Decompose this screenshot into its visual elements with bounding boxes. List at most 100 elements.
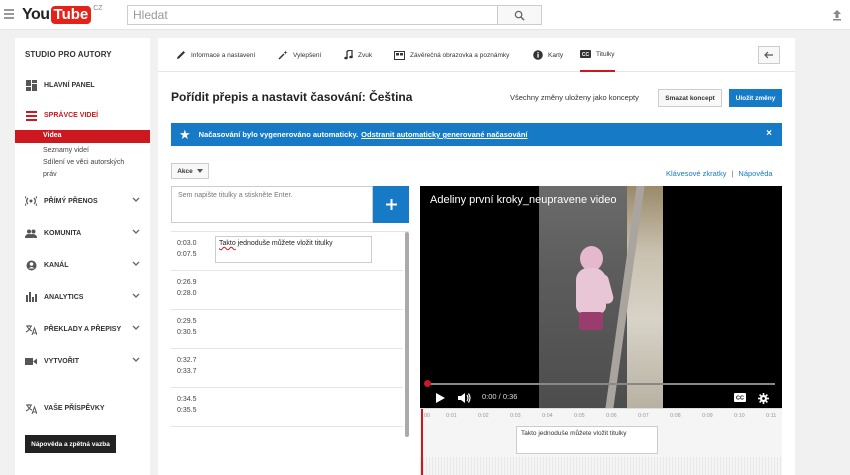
tab-enhancements[interactable]: Vylepšení	[278, 38, 321, 72]
saved-status: Všechny změny uloženy jako koncepty	[510, 93, 639, 102]
caption-row[interactable]: 0:32.7 0:33.7	[171, 349, 403, 388]
caption-end: 0:33.7	[177, 368, 197, 375]
progress-handle[interactable]	[424, 380, 431, 387]
help-link[interactable]: Nápověda	[738, 169, 772, 178]
info-banner: ★ Načasování bylo vygenerováno automatic…	[171, 123, 782, 146]
caption-time[interactable]: 0:29.5 0:30.5	[177, 316, 196, 338]
sidebar-item-video-manager[interactable]: SPRÁVCE VIDEÍ	[15, 100, 150, 130]
search-icon	[514, 10, 525, 21]
timeline-caption-block[interactable]: Takto jednoduše můžete vložit titulky	[516, 426, 658, 454]
tab-cards[interactable]: Karty	[533, 38, 563, 72]
play-icon[interactable]	[436, 393, 445, 403]
gear-icon[interactable]	[758, 393, 769, 404]
create-icon	[25, 355, 37, 367]
info-icon	[533, 50, 543, 60]
caption-time[interactable]: 0:26.9 0:28.0	[177, 277, 196, 299]
tab-label: Karty	[548, 51, 564, 59]
actions-dropdown[interactable]: Akce	[171, 163, 209, 179]
discard-draft-button[interactable]: Smazat koncept	[658, 89, 722, 107]
caption-time[interactable]: 0:34.5 0:35.5	[177, 394, 196, 416]
caption-time[interactable]: 0:03.0 0:07.5	[177, 238, 196, 260]
sidebar-subitem-videos[interactable]: Videa	[15, 130, 150, 143]
chevron-down-icon	[132, 229, 140, 234]
caption-input[interactable]: Sem napište titulky a stiskněte Enter.	[171, 186, 373, 223]
timeline-tick: 0:07	[638, 413, 649, 419]
dashboard-icon	[25, 79, 37, 91]
sidebar-subitem-copyright-cont[interactable]: práv	[15, 169, 150, 181]
caret-down-icon	[196, 169, 203, 173]
cc-icon: CC	[580, 50, 591, 58]
chevron-down-icon	[132, 293, 140, 298]
sidebar-item-label: PŘÍMÝ PŘENOS	[44, 197, 98, 205]
caption-time[interactable]: 0:32.7 0:33.7	[177, 355, 196, 377]
video-progress-bar[interactable]	[424, 380, 775, 387]
caption-start: 0:26.9	[177, 279, 197, 286]
sidebar-item-translations[interactable]: PŘEKLADY A PŘEPISY	[15, 313, 150, 345]
volume-icon[interactable]	[458, 393, 471, 403]
video-player[interactable]: Adeliny první kroky_neupravene video 0:0…	[420, 186, 782, 408]
search-input[interactable]: Hledat	[127, 5, 498, 25]
sidebar-item-community[interactable]: KOMUNITA	[15, 217, 150, 249]
video-manager-icon	[25, 109, 37, 121]
sidebar-item-label: KOMUNITA	[44, 229, 82, 237]
sidebar-item-label: VAŠE PŘÍSPĚVKY	[44, 404, 105, 412]
add-caption-button[interactable]	[373, 186, 409, 223]
caption-end: 0:30.5	[177, 329, 197, 336]
sidebar-item-create[interactable]: VYTVOŘIT	[15, 345, 150, 377]
caption-row[interactable]: 0:26.9 0:28.0	[171, 271, 403, 310]
sidebar-item-contributions[interactable]: VAŠE PŘÍSPĚVKY	[15, 392, 150, 424]
caption-end: 0:07.5	[177, 251, 197, 258]
sidebar-item-dashboard[interactable]: HLAVNÍ PANEL	[15, 70, 150, 100]
tab-info-settings[interactable]: Informace a nastavení	[176, 38, 255, 72]
tab-audio[interactable]: Zvuk	[344, 38, 372, 72]
sidebar-subitem-copyright[interactable]: Sdílení ve věci autorských	[15, 157, 150, 169]
upload-icon[interactable]	[830, 8, 844, 22]
caption-start: 0:32.7	[177, 357, 197, 364]
help-feedback-button[interactable]: Nápověda a zpětná vazba	[25, 435, 116, 453]
timeline-playhead[interactable]	[421, 409, 423, 475]
logo-you: You	[22, 6, 50, 23]
caption-text-field[interactable]: Takto jednoduše můžete vložit titulky	[215, 236, 372, 263]
sidebar-item-label: KANÁL	[44, 261, 69, 269]
sidebar-item-label: VYTVOŘIT	[44, 357, 80, 365]
remove-timing-link[interactable]: Odstranit automaticky generované načasov…	[361, 130, 527, 139]
banner-text: Načasování bylo vygenerováno automaticky…	[198, 130, 359, 139]
sidebar-item-channel[interactable]: KANÁL	[15, 249, 150, 281]
svg-text:CC: CC	[582, 52, 590, 58]
audio-waveform	[420, 457, 782, 475]
live-icon	[25, 195, 37, 207]
svg-text:CC: CC	[736, 396, 744, 402]
cc-icon[interactable]: CC	[734, 393, 746, 402]
save-changes-button[interactable]: Uložit změny	[729, 89, 782, 107]
video-title: Adeliny první kroky_neupravene video	[430, 194, 617, 206]
keyboard-shortcuts-link[interactable]: Klávesové zkratky	[666, 169, 726, 178]
caption-row[interactable]: 0:34.5 0:35.5	[171, 388, 403, 427]
back-arrow-icon	[764, 51, 773, 59]
caption-row[interactable]: 0:29.5 0:30.5	[171, 310, 403, 349]
chevron-down-icon	[132, 325, 140, 330]
logo-tube: Tube	[50, 6, 92, 24]
sidebar-subitem-playlists[interactable]: Seznamy videí	[15, 145, 150, 157]
community-icon	[25, 227, 37, 239]
sidebar-item-label: ANALYTICS	[44, 293, 84, 301]
caption-row[interactable]: 0:03.0 0:07.5 Takto jednoduše můžete vlož…	[171, 232, 403, 271]
tab-subtitles[interactable]: CC Titulky	[580, 38, 615, 72]
caption-start: 0:34.5	[177, 396, 197, 403]
menu-icon[interactable]	[4, 9, 14, 19]
caption-list: 0:03.0 0:07.5 Takto jednoduše můžete vlož…	[171, 231, 409, 437]
caption-scrollbar[interactable]	[405, 232, 409, 437]
tab-label: Závěrečná obrazovka a poznámky	[410, 51, 510, 59]
search-button[interactable]	[498, 5, 542, 25]
back-button[interactable]	[758, 46, 780, 64]
contributions-icon	[25, 402, 37, 414]
caption-timeline[interactable]: 00 0:01 0:02 0:03 0:04 0:05 0:06 0:07 0:…	[420, 408, 782, 475]
sidebar-item-live[interactable]: PŘÍMÝ PŘENOS	[15, 185, 150, 217]
video-child-legs	[579, 312, 603, 330]
pencil-icon	[176, 50, 186, 60]
sidebar-item-label: PŘEKLADY A PŘEPISY	[44, 325, 122, 333]
close-icon[interactable]: ×	[766, 128, 772, 139]
sidebar-item-analytics[interactable]: ANALYTICS	[15, 281, 150, 313]
main-panel: Informace a nastavení Vylepšení Zvuk Záv…	[158, 38, 795, 475]
tab-end-screen[interactable]: Závěrečná obrazovka a poznámky	[394, 38, 509, 72]
youtube-logo[interactable]: You Tube CZ	[22, 5, 103, 25]
